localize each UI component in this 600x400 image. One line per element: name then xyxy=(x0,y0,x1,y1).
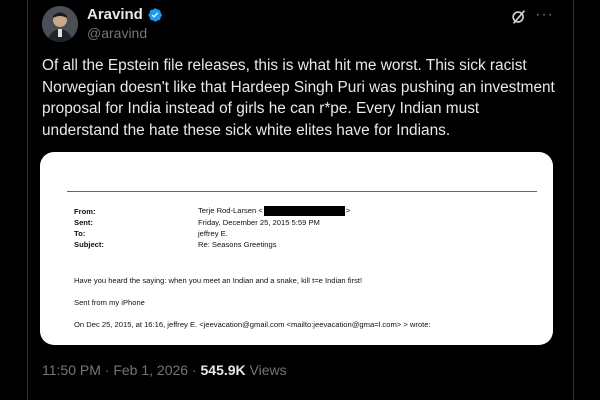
email-quote-header: On Dec 25, 2015, at 16:16, jeffrey E. <j… xyxy=(74,320,431,329)
email-screenshot[interactable]: From: Terje Rod-Larsen < > Sent: Friday, … xyxy=(40,152,553,345)
email-signature: Sent from my iPhone xyxy=(74,298,145,307)
tweet-text: Of all the Epstein file releases, this i… xyxy=(42,57,555,139)
subject-label: Subject: xyxy=(74,240,104,249)
sent-label: Sent: xyxy=(74,218,93,227)
grok-icon[interactable] xyxy=(510,8,528,26)
email-body-line: Have you heard the saying: when you meet… xyxy=(74,276,363,285)
tweet: Aravind @aravind ··· Of all the Epstein … xyxy=(40,0,560,400)
from-value: Terje Rod-Larsen < > xyxy=(198,206,351,216)
more-options-icon[interactable]: ··· xyxy=(535,6,554,24)
to-value: jeffrey E. xyxy=(198,229,228,238)
display-name[interactable]: Aravind xyxy=(87,6,143,23)
views-count: 545.9K xyxy=(200,362,246,378)
avatar-portrait xyxy=(42,6,78,42)
email-divider xyxy=(67,191,537,192)
tweet-meta: 11:50 PM · Feb 1, 2026 · 545.9K Views xyxy=(42,362,287,378)
author-name-row: Aravind xyxy=(87,6,163,23)
timeline-border-left xyxy=(27,0,28,400)
views-label: Views xyxy=(245,362,287,378)
verified-badge-icon xyxy=(148,7,162,22)
redaction-bar xyxy=(263,206,345,216)
subject-value: Re: Seasons Greetings xyxy=(198,240,277,249)
author-handle[interactable]: @aravind xyxy=(87,25,147,41)
avatar[interactable] xyxy=(42,6,78,42)
timestamp[interactable]: 11:50 PM · Feb 1, 2026 · xyxy=(42,362,201,378)
sent-value: Friday, December 25, 2015 5:59 PM xyxy=(198,218,320,227)
timeline-border-right xyxy=(573,0,574,400)
from-label: From: xyxy=(74,207,96,216)
to-label: To: xyxy=(74,229,86,238)
